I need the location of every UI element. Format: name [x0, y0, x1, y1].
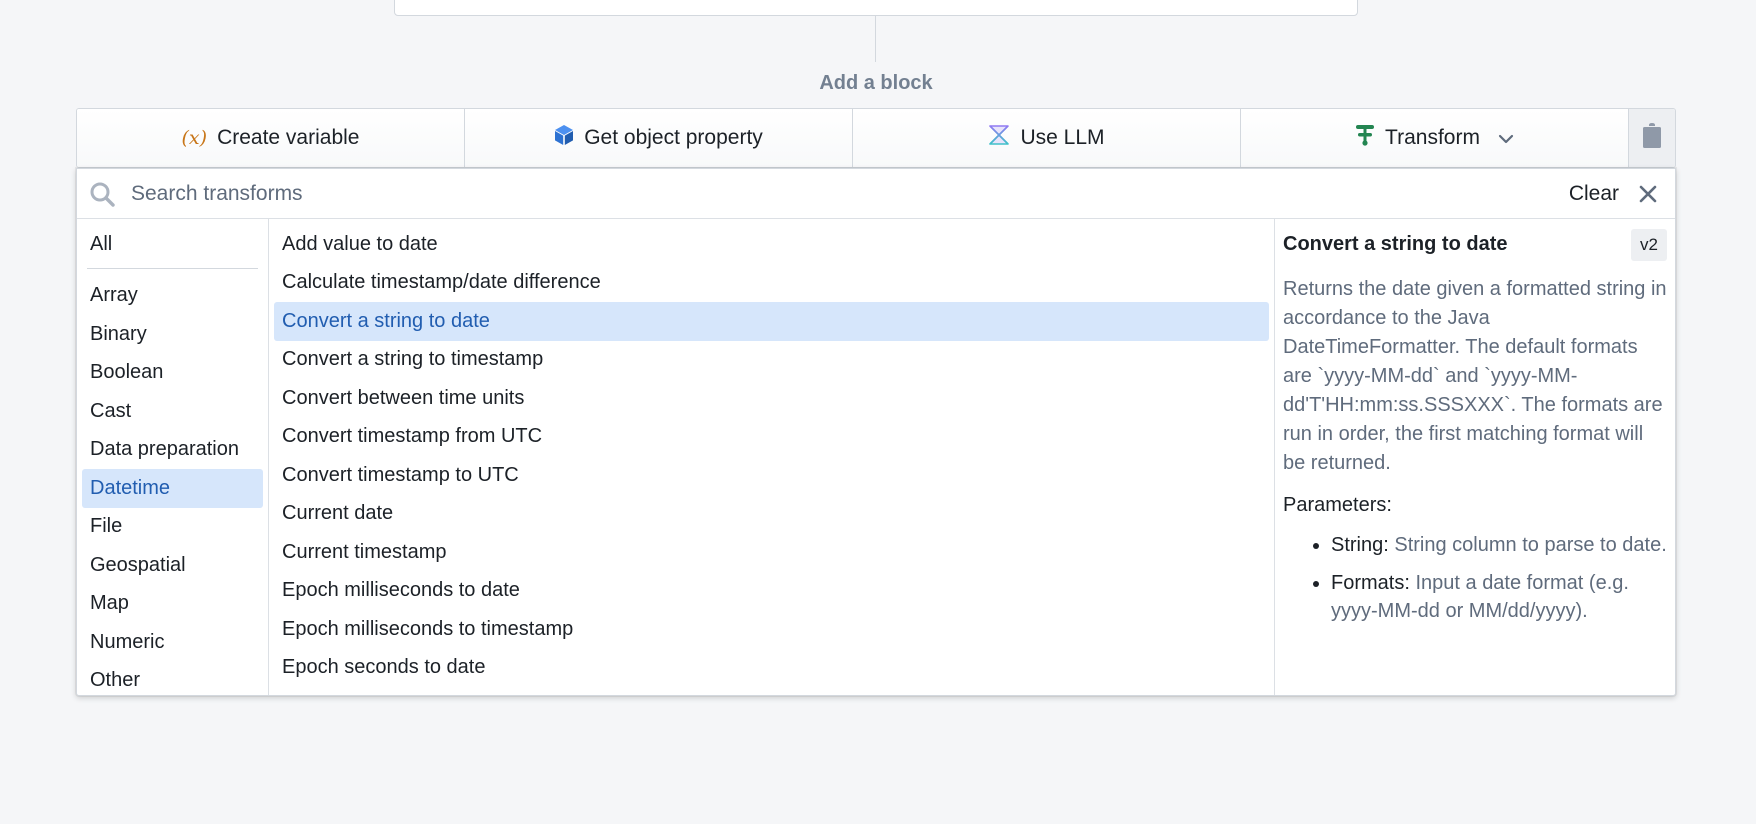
- function-item[interactable]: Epoch milliseconds to timestamp: [274, 610, 1269, 649]
- clipboard-icon: [1642, 122, 1662, 154]
- function-item[interactable]: Convert a string to timestamp: [274, 341, 1269, 380]
- parameters-list: String: String column to parse to date. …: [1283, 531, 1667, 625]
- parameter-item: Formats: Input a date format (e.g. yyyy-…: [1331, 569, 1667, 625]
- get-object-property-label: Get object property: [584, 126, 763, 149]
- chevron-down-icon: [1498, 126, 1514, 150]
- clear-search-button[interactable]: Clear: [1557, 182, 1631, 206]
- search-bar: Clear: [77, 169, 1675, 219]
- category-binary[interactable]: Binary: [82, 315, 263, 354]
- category-array[interactable]: Array: [82, 277, 263, 316]
- parameter-name: String:: [1331, 534, 1389, 556]
- cube-icon: [554, 124, 574, 152]
- paste-block-button[interactable]: [1629, 109, 1675, 167]
- function-item[interactable]: Convert timestamp from UTC: [274, 418, 1269, 457]
- function-item-selected[interactable]: Convert a string to date: [274, 302, 1269, 341]
- function-item[interactable]: Convert timestamp to UTC: [274, 456, 1269, 495]
- category-datetime[interactable]: Datetime: [82, 469, 263, 508]
- function-item[interactable]: Convert between time units: [274, 379, 1269, 418]
- category-other[interactable]: Other: [82, 662, 263, 696]
- variable-icon: (x): [181, 127, 208, 149]
- create-variable-button[interactable]: (x) Create variable: [77, 109, 465, 167]
- parameter-item: String: String column to parse to date.: [1331, 531, 1667, 559]
- transform-picker-popover: Clear All Array Binary Boolean Cast Data…: [76, 168, 1676, 696]
- category-geospatial[interactable]: Geospatial: [82, 546, 263, 585]
- block-connector-line: [875, 16, 876, 62]
- add-block-label: Add a block: [819, 72, 933, 94]
- close-icon[interactable]: [1631, 185, 1665, 203]
- parameter-name: Formats:: [1331, 572, 1410, 594]
- transform-button[interactable]: Transform: [1241, 109, 1629, 167]
- category-cast[interactable]: Cast: [82, 392, 263, 431]
- transform-icon: [1355, 124, 1375, 152]
- use-llm-label: Use LLM: [1020, 126, 1105, 149]
- previous-block-card[interactable]: [394, 0, 1358, 16]
- create-variable-label: Create variable: [217, 126, 360, 149]
- block-type-bar: (x) Create variable Get object property: [76, 108, 1676, 168]
- function-detail-panel: Convert a string to date v2 Returns the …: [1275, 219, 1675, 695]
- llm-icon: [988, 125, 1010, 151]
- category-boolean[interactable]: Boolean: [82, 354, 263, 393]
- detail-title: Convert a string to date: [1283, 233, 1508, 255]
- transform-label: Transform: [1385, 126, 1480, 149]
- use-llm-button[interactable]: Use LLM: [853, 109, 1241, 167]
- function-item[interactable]: Epoch seconds to date: [274, 649, 1269, 688]
- category-divider: [87, 267, 258, 269]
- function-item[interactable]: Add value to date: [274, 225, 1269, 264]
- detail-description: Returns the date given a formatted strin…: [1283, 278, 1667, 474]
- version-badge: v2: [1631, 229, 1667, 261]
- category-list: All Array Binary Boolean Cast Data prepa…: [77, 219, 269, 695]
- get-object-property-button[interactable]: Get object property: [465, 109, 853, 167]
- category-file[interactable]: File: [82, 508, 263, 547]
- function-item[interactable]: Current timestamp: [274, 533, 1269, 572]
- function-item[interactable]: Epoch milliseconds to date: [274, 572, 1269, 611]
- search-icon: [85, 181, 119, 207]
- function-list[interactable]: Add value to date Calculate timestamp/da…: [269, 219, 1275, 695]
- parameter-description: String column to parse to date.: [1394, 534, 1667, 556]
- function-item[interactable]: Calculate timestamp/date difference: [274, 264, 1269, 303]
- search-transforms-input[interactable]: [119, 181, 1557, 206]
- function-item[interactable]: Current date: [274, 495, 1269, 534]
- category-map[interactable]: Map: [82, 585, 263, 624]
- category-data-preparation[interactable]: Data preparation: [82, 431, 263, 470]
- category-all[interactable]: All: [82, 225, 263, 264]
- category-numeric[interactable]: Numeric: [82, 623, 263, 662]
- parameters-label: Parameters:: [1283, 494, 1392, 516]
